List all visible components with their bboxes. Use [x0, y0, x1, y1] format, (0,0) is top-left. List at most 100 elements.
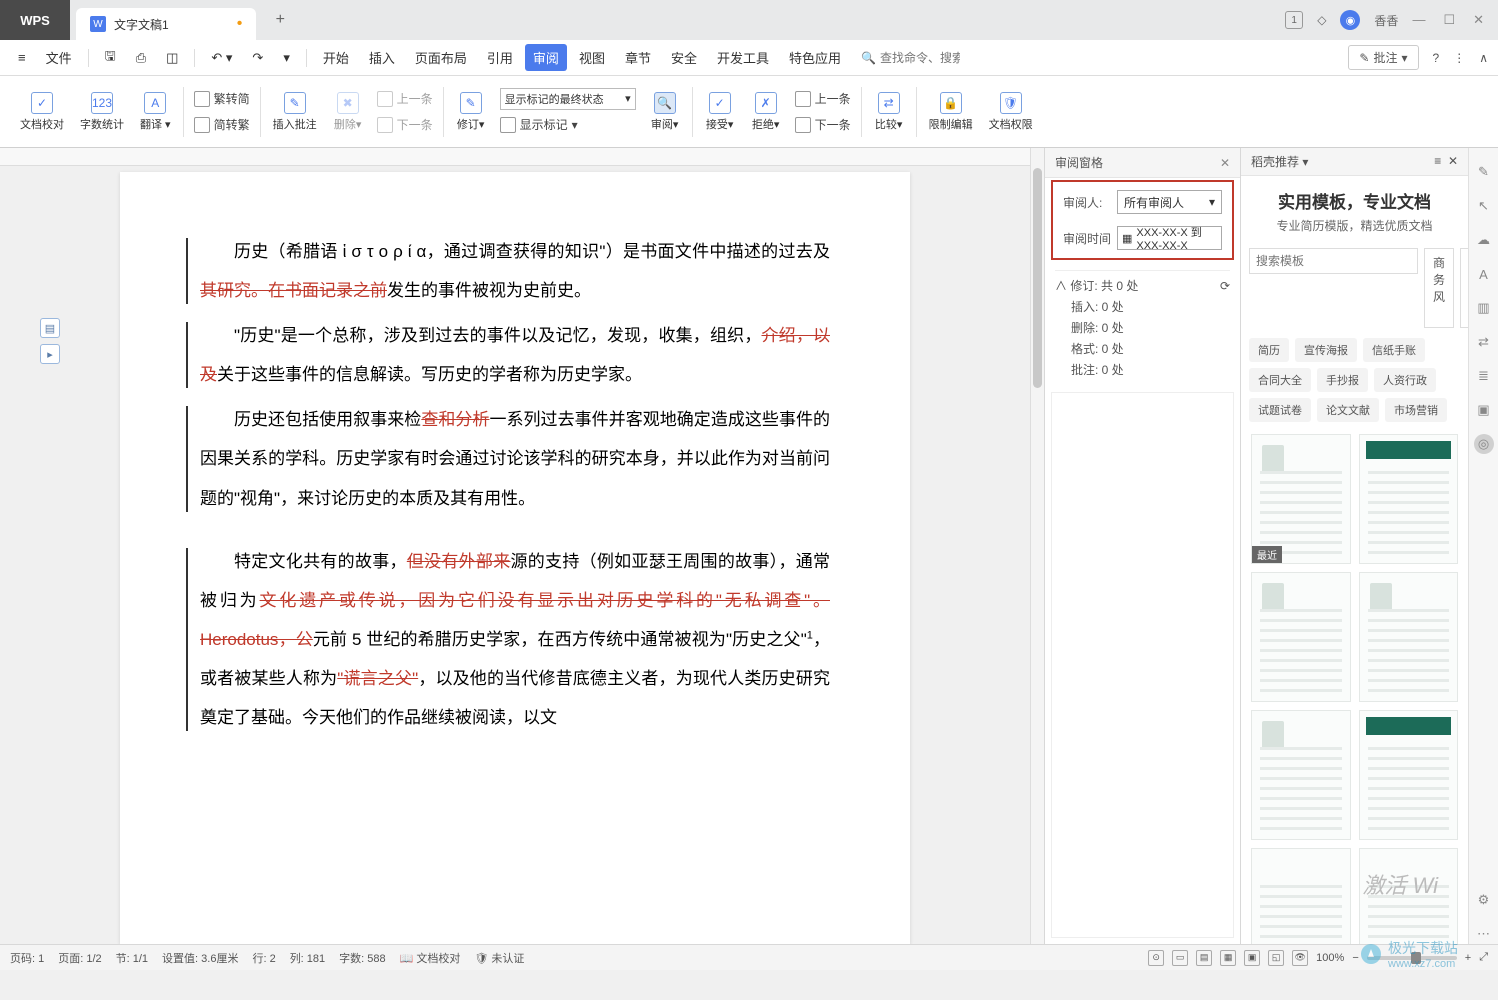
tool-template-icon[interactable]: ◎	[1474, 434, 1494, 454]
review-date-range[interactable]: ▦XXX-XX-X 到 XXX-XX-X	[1117, 226, 1222, 250]
minimize-button[interactable]: —	[1412, 12, 1425, 28]
annotate-button[interactable]: ✎ 批注 ▾	[1348, 45, 1418, 70]
filter-business[interactable]: 商务风	[1424, 248, 1454, 328]
view-web-icon[interactable]: ▣	[1244, 950, 1260, 966]
view-focus-icon[interactable]: ⊙	[1148, 950, 1164, 966]
view-page-icon[interactable]: ▤	[1196, 950, 1212, 966]
btn-prev-comment[interactable]: 上一条	[377, 88, 433, 110]
tool-font-icon[interactable]: A	[1474, 264, 1494, 284]
undo-icon[interactable]: ↶ ▾	[203, 46, 240, 70]
template-card[interactable]	[1251, 572, 1351, 702]
tool-chart-icon[interactable]: ▥	[1474, 298, 1494, 318]
tab-layout[interactable]: 页面布局	[407, 44, 475, 71]
grp-restrict-edit[interactable]: 🔒限制编辑	[921, 81, 981, 143]
user-avatar[interactable]: ◉	[1340, 10, 1360, 30]
tag-hr[interactable]: 人资行政	[1374, 368, 1436, 392]
redo-icon[interactable]: ↷	[244, 46, 271, 70]
tab-special[interactable]: 特色应用	[781, 44, 849, 71]
reviewer-select[interactable]: 所有审阅人▾	[1117, 190, 1222, 214]
tag-poster[interactable]: 宣传海报	[1295, 338, 1357, 362]
tool-image-icon[interactable]: ▣	[1474, 400, 1494, 420]
panel-settings-icon[interactable]: ≡	[1434, 154, 1441, 168]
more-qat[interactable]: ▾	[275, 46, 298, 70]
status-page-no[interactable]: 页码: 1	[10, 950, 44, 966]
float-icon-nav[interactable]: ▸	[40, 344, 60, 364]
grp-delete-comment[interactable]: ✖删除▾	[325, 81, 371, 143]
template-card[interactable]	[1359, 710, 1459, 840]
close-button[interactable]: ✕	[1473, 12, 1484, 28]
template-card[interactable]	[1359, 572, 1459, 702]
close-template-panel[interactable]: ✕	[1448, 154, 1458, 168]
document-tab[interactable]: W 文字文稿1 •	[76, 8, 256, 40]
template-card[interactable]: 最近	[1251, 434, 1351, 564]
tag-exam[interactable]: 试题试卷	[1249, 398, 1311, 422]
scrollbar-thumb[interactable]	[1033, 168, 1042, 388]
print-icon[interactable]: ⎙	[128, 46, 154, 70]
document-page[interactable]: 历史（希腊语 ἱ σ τ ο ρ ί α，通过调查获得的知识"）是书面文件中描述…	[120, 172, 910, 944]
skin-icon[interactable]: ◇	[1317, 13, 1326, 27]
grp-permissions[interactable]: 🛡文档权限	[981, 81, 1041, 143]
tag-thesis[interactable]: 论文文献	[1317, 398, 1379, 422]
tool-list-icon[interactable]: ≣	[1474, 366, 1494, 386]
grp-accept[interactable]: ✓接受▾	[697, 81, 743, 143]
zoom-out-button[interactable]: −	[1352, 952, 1358, 964]
view-read-icon[interactable]: ▭	[1172, 950, 1188, 966]
grp-wordcount[interactable]: 123字数统计	[72, 81, 132, 143]
help-icon[interactable]: ?	[1433, 51, 1440, 65]
tag-resume[interactable]: 简历	[1249, 338, 1289, 362]
tab-review[interactable]: 审阅	[525, 44, 567, 71]
btn-to-traditional[interactable]: 简转繁	[194, 114, 250, 136]
btn-next-change[interactable]: 下一条	[795, 114, 851, 136]
search-input[interactable]	[880, 51, 960, 65]
tag-letter[interactable]: 信纸手账	[1363, 338, 1425, 362]
tool-more-icon[interactable]: ⋯	[1474, 924, 1494, 944]
status-proofing[interactable]: 📖 文档校对	[400, 950, 461, 966]
template-card[interactable]	[1251, 710, 1351, 840]
horizontal-ruler[interactable]	[0, 148, 1030, 166]
tab-security[interactable]: 安全	[663, 44, 705, 71]
grp-reject[interactable]: ✗拒绝▾	[743, 81, 789, 143]
status-section[interactable]: 节: 1/1	[116, 950, 148, 966]
notification-badge[interactable]: 1	[1285, 11, 1303, 29]
file-menu[interactable]: 文件	[38, 44, 80, 71]
refresh-icon[interactable]: ⟳	[1220, 279, 1230, 293]
btn-prev-change[interactable]: 上一条	[795, 88, 851, 110]
command-search[interactable]: 🔍	[861, 51, 960, 65]
tag-handwritten[interactable]: 手抄报	[1317, 368, 1368, 392]
zoom-in-button[interactable]: +	[1465, 952, 1471, 964]
status-page[interactable]: 页面: 1/2	[58, 950, 101, 966]
btn-show-markup[interactable]: 显示标记 ▾	[500, 114, 636, 136]
preview-icon[interactable]: ◫	[158, 46, 186, 70]
zoom-value[interactable]: 100%	[1316, 952, 1344, 964]
close-review-pane[interactable]: ✕	[1220, 156, 1230, 170]
template-search-input[interactable]	[1249, 248, 1418, 274]
tab-reference[interactable]: 引用	[479, 44, 521, 71]
view-fullscreen-icon[interactable]: ◱	[1268, 950, 1284, 966]
ribbon-options-icon[interactable]: ⋮	[1453, 51, 1465, 65]
view-eye-icon[interactable]: 👁	[1292, 950, 1308, 966]
vertical-scrollbar[interactable]	[1030, 148, 1044, 944]
view-outline-icon[interactable]: ▦	[1220, 950, 1236, 966]
document-canvas[interactable]: ▤ ▸ 历史（希腊语 ἱ σ τ ο ρ ί α，通过调查获得的知识"）是书面文…	[0, 148, 1030, 944]
grp-compare[interactable]: ⇄比较▾	[866, 81, 912, 143]
tab-start[interactable]: 开始	[315, 44, 357, 71]
grp-insert-comment[interactable]: ✎插入批注	[265, 81, 325, 143]
tool-link-icon[interactable]: ⇄	[1474, 332, 1494, 352]
tool-cloud-icon[interactable]: ☁	[1474, 230, 1494, 250]
tag-marketing[interactable]: 市场营销	[1385, 398, 1447, 422]
tab-view[interactable]: 视图	[571, 44, 613, 71]
fit-page-icon[interactable]: ⤢	[1479, 951, 1488, 964]
tool-cursor-icon[interactable]: ↖	[1474, 196, 1494, 216]
btn-to-simplified[interactable]: 繁转简	[194, 88, 250, 110]
template-card[interactable]	[1359, 434, 1459, 564]
grp-proofing[interactable]: ✓文档校对	[12, 81, 72, 143]
wps-logo[interactable]: WPS	[0, 0, 70, 40]
tab-devtools[interactable]: 开发工具	[709, 44, 777, 71]
grp-translate[interactable]: A翻译 ▾	[132, 81, 179, 143]
status-auth[interactable]: 🛡 未认证	[474, 950, 524, 966]
tab-insert[interactable]: 插入	[361, 44, 403, 71]
collapse-ribbon-icon[interactable]: ∧	[1479, 51, 1488, 65]
status-wordcount[interactable]: 字数: 588	[339, 950, 385, 966]
maximize-button[interactable]: ☐	[1443, 12, 1455, 28]
template-card[interactable]	[1251, 848, 1351, 944]
